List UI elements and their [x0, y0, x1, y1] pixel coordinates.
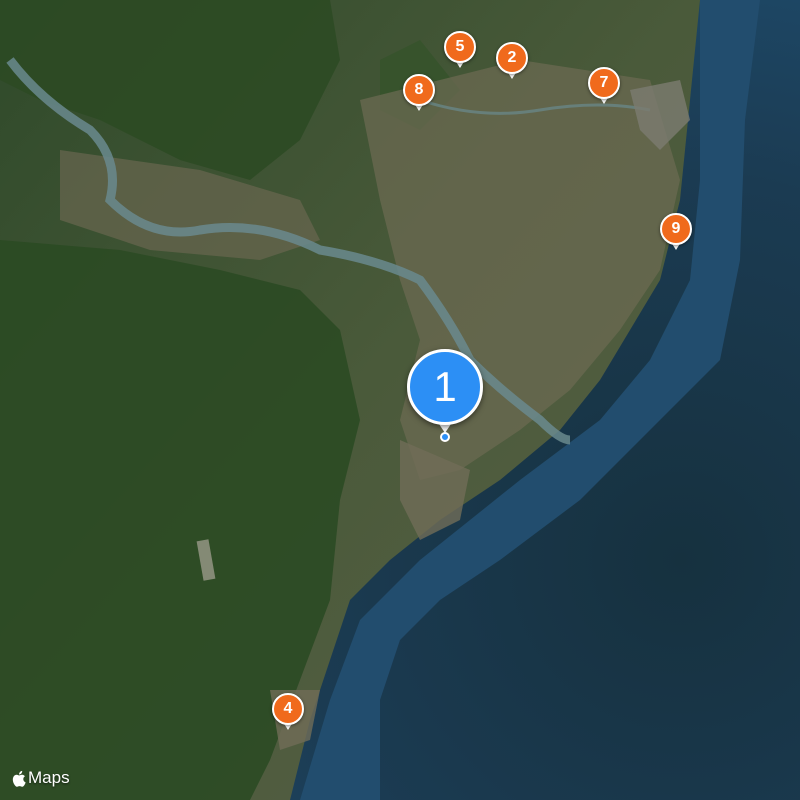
- maps-attribution[interactable]: Maps: [12, 768, 70, 788]
- attribution-label: Maps: [28, 768, 70, 787]
- map-marker-4[interactable]: 4: [272, 693, 304, 731]
- marker-label: 9: [660, 213, 692, 245]
- marker-label: 1: [407, 349, 483, 425]
- satellite-map-base: [0, 0, 800, 800]
- map-view[interactable]: 5 2 7 8 9 4 1 Maps: [0, 0, 800, 800]
- marker-label: 8: [403, 74, 435, 106]
- map-marker-2[interactable]: 2: [496, 42, 528, 80]
- map-marker-9[interactable]: 9: [660, 213, 692, 251]
- map-marker-1-selected[interactable]: 1: [407, 349, 483, 439]
- selected-location-dot: [440, 432, 450, 442]
- marker-label: 7: [588, 67, 620, 99]
- marker-label: 5: [444, 31, 476, 63]
- marker-label: 4: [272, 693, 304, 725]
- map-marker-7[interactable]: 7: [588, 67, 620, 105]
- apple-icon: [12, 770, 26, 787]
- map-marker-8[interactable]: 8: [403, 74, 435, 112]
- map-marker-5[interactable]: 5: [444, 31, 476, 69]
- marker-label: 2: [496, 42, 528, 74]
